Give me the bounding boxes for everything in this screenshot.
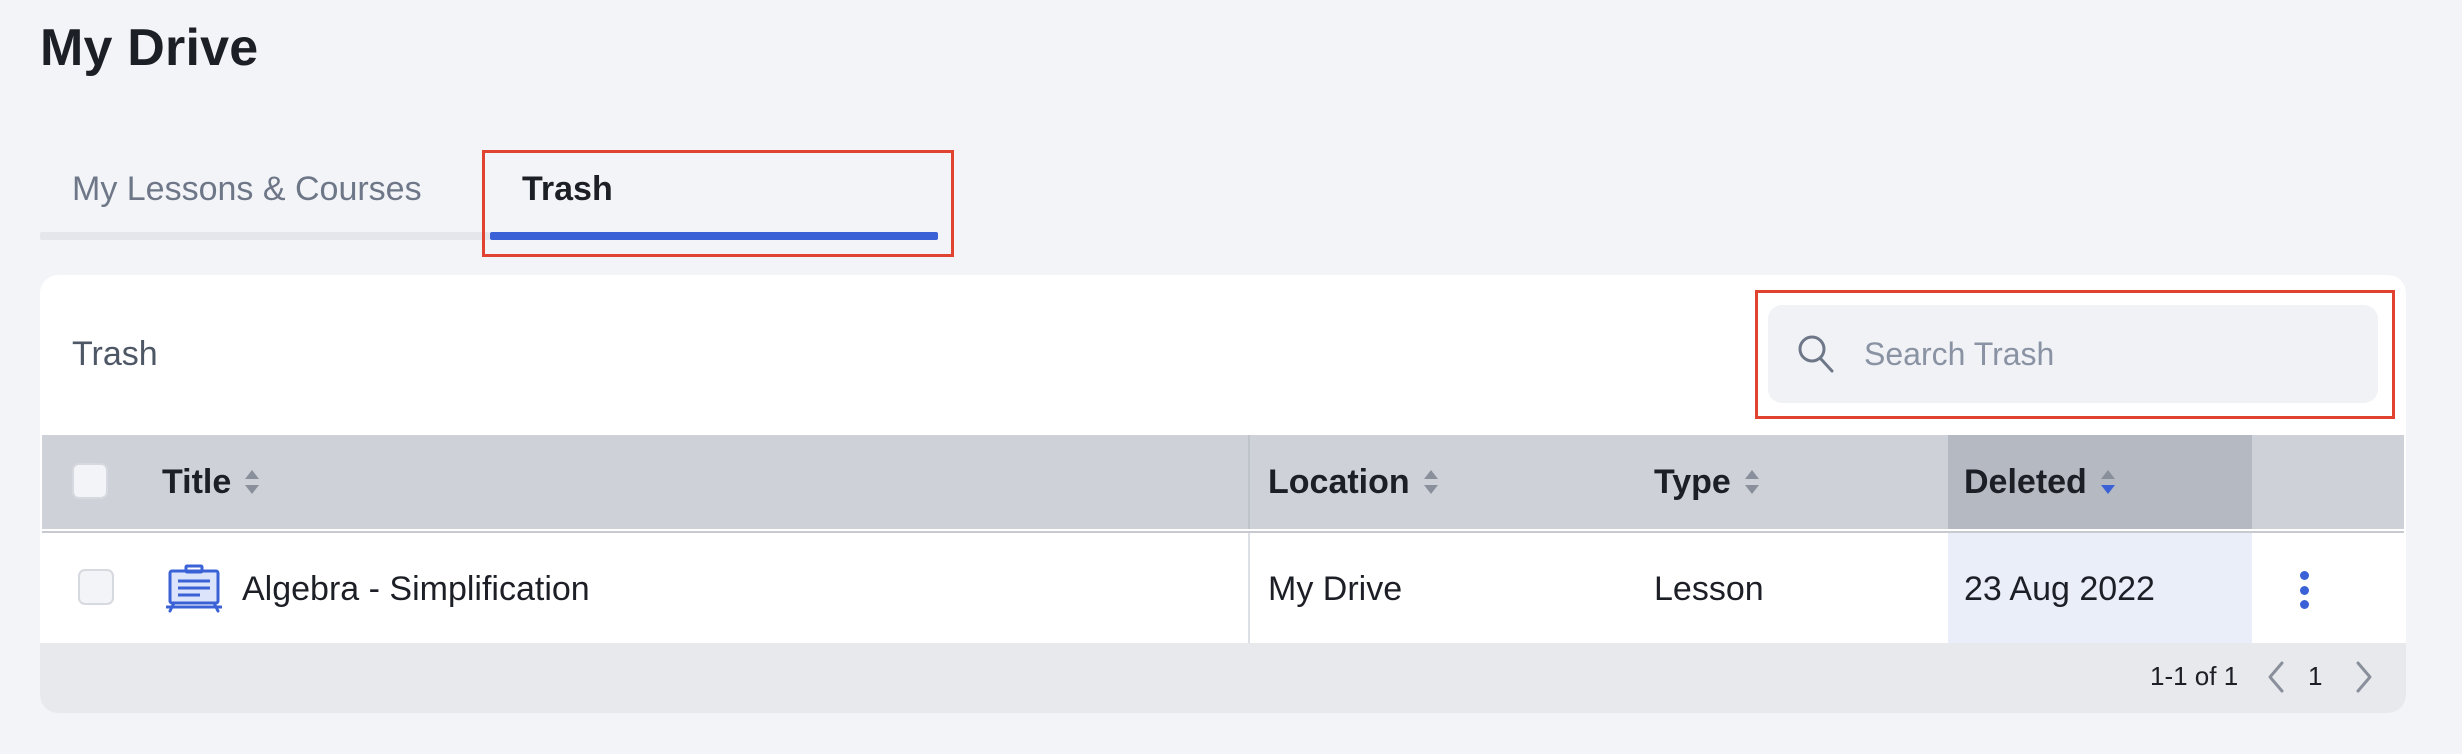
row-checkbox[interactable]: [78, 569, 114, 605]
chevron-right-icon[interactable]: [2350, 659, 2378, 695]
tab-my-lessons-courses[interactable]: My Lessons & Courses: [72, 170, 422, 209]
column-header-deleted-label: Deleted: [1964, 462, 2087, 501]
trash-panel: Trash Title Location Type Deleted: [40, 275, 2406, 713]
active-tab-indicator: [490, 232, 938, 240]
search-input[interactable]: [1864, 305, 2364, 403]
sort-icon: [1423, 468, 1438, 496]
column-header-type-label: Type: [1654, 462, 1731, 501]
table-header: Title Location Type Deleted: [42, 435, 2404, 529]
cell-title[interactable]: Algebra - Simplification: [242, 533, 590, 645]
more-options-icon[interactable]: [2298, 571, 2310, 609]
tab-bar: My Lessons & Courses Trash: [40, 150, 938, 240]
pagination-page-number[interactable]: 1: [2308, 661, 2322, 692]
column-header-location-label: Location: [1268, 462, 1410, 501]
column-header-title[interactable]: Title: [162, 435, 260, 529]
column-divider: [1248, 435, 1250, 529]
column-header-location[interactable]: Location: [1268, 435, 1438, 529]
sort-icon: [1744, 468, 1759, 496]
search-box[interactable]: [1768, 305, 2378, 403]
sort-icon: [245, 468, 260, 496]
cell-deleted: 23 Aug 2022: [1964, 569, 2155, 608]
pagination-range: 1-1 of 1: [2150, 661, 2239, 691]
column-header-deleted[interactable]: Deleted: [1964, 435, 2115, 529]
cell-location: My Drive: [1268, 569, 1403, 608]
tab-trash[interactable]: Trash: [522, 170, 613, 209]
lesson-board-icon: [166, 564, 222, 613]
search-icon: [1798, 335, 1834, 373]
panel-title: Trash: [72, 335, 158, 373]
column-header-title-label: Title: [162, 462, 232, 501]
tab-track: [40, 232, 490, 240]
table-row[interactable]: Algebra - Simplification My Drive Lesson…: [42, 531, 2404, 645]
column-divider: [1248, 533, 1250, 645]
page-title: My Drive: [40, 19, 259, 77]
select-all-checkbox[interactable]: [72, 463, 108, 499]
chevron-left-icon[interactable]: [2262, 659, 2290, 695]
table-footer: 1-1 of 1 1: [40, 643, 2406, 713]
sort-descending-icon: [2100, 468, 2115, 496]
column-header-type[interactable]: Type: [1654, 435, 1759, 529]
cell-type: Lesson: [1654, 569, 1764, 608]
